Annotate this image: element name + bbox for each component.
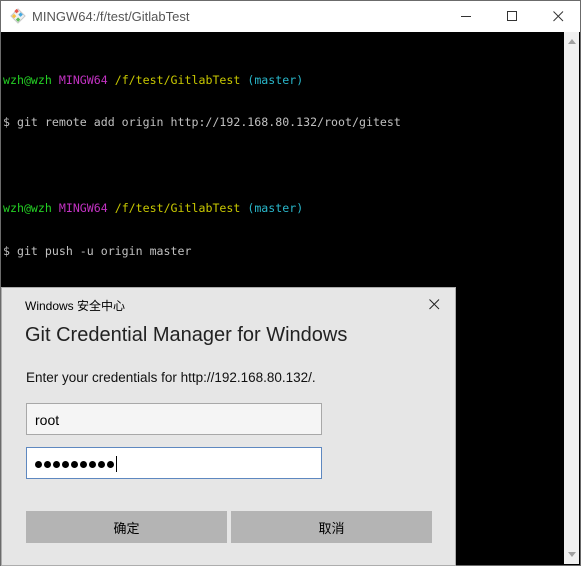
prompt-line: wzh@wzh MINGW64 /f/test/GitlabTest (mast… bbox=[3, 73, 564, 87]
password-field[interactable] bbox=[26, 447, 322, 479]
username-value: root bbox=[35, 412, 60, 428]
password-dot bbox=[71, 461, 78, 468]
password-dot bbox=[89, 461, 96, 468]
password-dot bbox=[62, 461, 69, 468]
cancel-button[interactable]: 取消 bbox=[231, 511, 432, 543]
scroll-up-arrow-icon[interactable] bbox=[564, 34, 579, 49]
vertical-scrollbar[interactable] bbox=[564, 32, 579, 564]
title-bar[interactable]: MINGW64:/f/test/GitlabTest bbox=[1, 1, 580, 32]
dialog-header: Windows 安全中心 bbox=[25, 299, 126, 313]
prompt-user: wzh@wzh bbox=[3, 72, 52, 87]
prompt-path: /f/test/GitlabTest bbox=[114, 72, 241, 87]
password-dot bbox=[80, 461, 87, 468]
prompt-host: MINGW64 bbox=[58, 72, 108, 87]
terminal-output[interactable]: wzh@wzh MINGW64 /f/test/GitlabTest (mast… bbox=[3, 44, 564, 287]
prompt-host: MINGW64 bbox=[58, 200, 108, 215]
password-dot bbox=[53, 461, 60, 468]
window-title: MINGW64:/f/test/GitlabTest bbox=[32, 9, 190, 24]
maximize-button[interactable] bbox=[489, 1, 535, 32]
prompt-line: wzh@wzh MINGW64 /f/test/GitlabTest (mast… bbox=[3, 201, 564, 215]
text-caret bbox=[116, 456, 117, 472]
ok-button[interactable]: 确定 bbox=[26, 511, 227, 543]
dialog-close-icon[interactable] bbox=[420, 292, 448, 316]
dialog-prompt: Enter your credentials for http://192.16… bbox=[26, 370, 316, 385]
dialog-title: Git Credential Manager for Windows bbox=[25, 324, 348, 346]
password-dot bbox=[44, 461, 51, 468]
close-button[interactable] bbox=[535, 1, 581, 32]
credential-dialog: Windows 安全中心 Git Credential Manager for … bbox=[1, 287, 456, 566]
password-dots bbox=[35, 456, 117, 472]
git-diamond-icon bbox=[10, 8, 26, 24]
minimize-button[interactable] bbox=[443, 1, 489, 32]
scroll-down-arrow-icon[interactable] bbox=[564, 547, 579, 562]
username-field[interactable]: root bbox=[26, 403, 322, 435]
command-line: $ git push -u origin master bbox=[3, 243, 192, 258]
password-dot bbox=[107, 461, 114, 468]
prompt-path: /f/test/GitlabTest bbox=[114, 200, 241, 215]
command-line: $ git remote add origin http://192.168.8… bbox=[3, 115, 401, 130]
prompt-branch: (master) bbox=[247, 200, 304, 215]
prompt-branch: (master) bbox=[247, 72, 304, 87]
prompt-user: wzh@wzh bbox=[3, 200, 52, 215]
password-dot bbox=[98, 461, 105, 468]
password-dot bbox=[35, 461, 42, 468]
